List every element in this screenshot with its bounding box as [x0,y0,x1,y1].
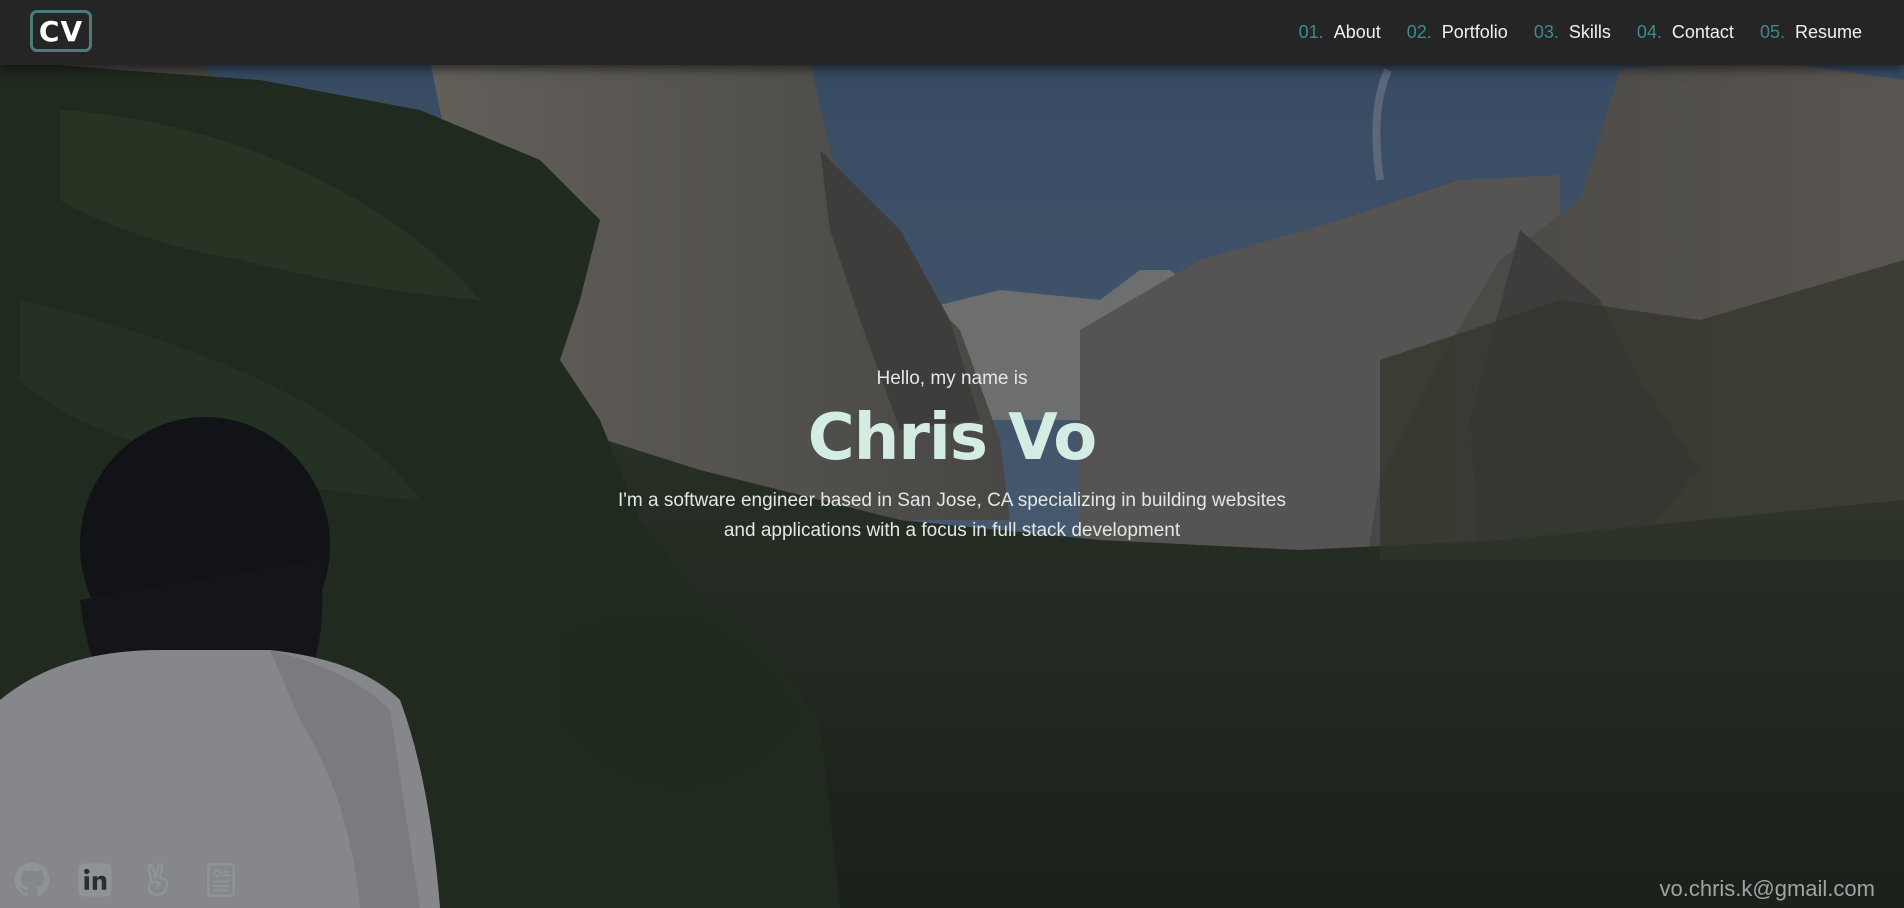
nav-item-skills[interactable]: 03. Skills [1534,22,1611,43]
nav-item-portfolio[interactable]: 02. Portfolio [1407,22,1508,43]
nav-item-label: About [1333,22,1381,42]
logo[interactable]: CV [30,10,92,52]
resume-icon[interactable] [203,862,239,898]
github-icon[interactable] [14,862,50,898]
nav-item-contact[interactable]: 04. Contact [1637,22,1734,43]
hero-greeting: Hello, my name is [876,368,1028,389]
hero-tagline-line-1: I'm a software engineer based in San Jos… [618,490,1286,511]
nav-item-number: 01. [1298,22,1324,42]
hero-intro: Hello, my name is Chris Vo I'm a softwar… [0,368,1904,546]
page: CV 01. About 02. Portfolio 03. Skills 04… [0,0,1904,908]
nav-item-number: 04. [1636,22,1662,42]
contact-email-link[interactable]: vo.chris.k@gmail.com [1660,876,1876,902]
social-links [14,862,239,898]
nav-menu: 01. About 02. Portfolio 03. Skills 04. C… [1299,0,1862,65]
nav-item-about[interactable]: 01. About [1299,22,1381,43]
nav-item-resume[interactable]: 05. Resume [1760,22,1862,43]
hero-name: Chris Vo [807,401,1097,475]
navbar: CV 01. About 02. Portfolio 03. Skills 04… [0,0,1904,65]
angellist-icon[interactable] [140,862,176,898]
nav-item-label: Portfolio [1441,22,1508,42]
nav-item-label: Contact [1671,22,1734,42]
nav-item-number: 02. [1406,22,1432,42]
nav-item-label: Resume [1794,22,1862,42]
nav-item-number: 03. [1533,22,1559,42]
nav-item-number: 05. [1759,22,1785,42]
linkedin-icon[interactable] [77,862,113,898]
hero-tagline-line-2: and applications with a focus in full st… [723,520,1181,541]
nav-item-label: Skills [1568,22,1611,42]
hero-tagline: I'm a software engineer based in San Jos… [602,486,1302,546]
